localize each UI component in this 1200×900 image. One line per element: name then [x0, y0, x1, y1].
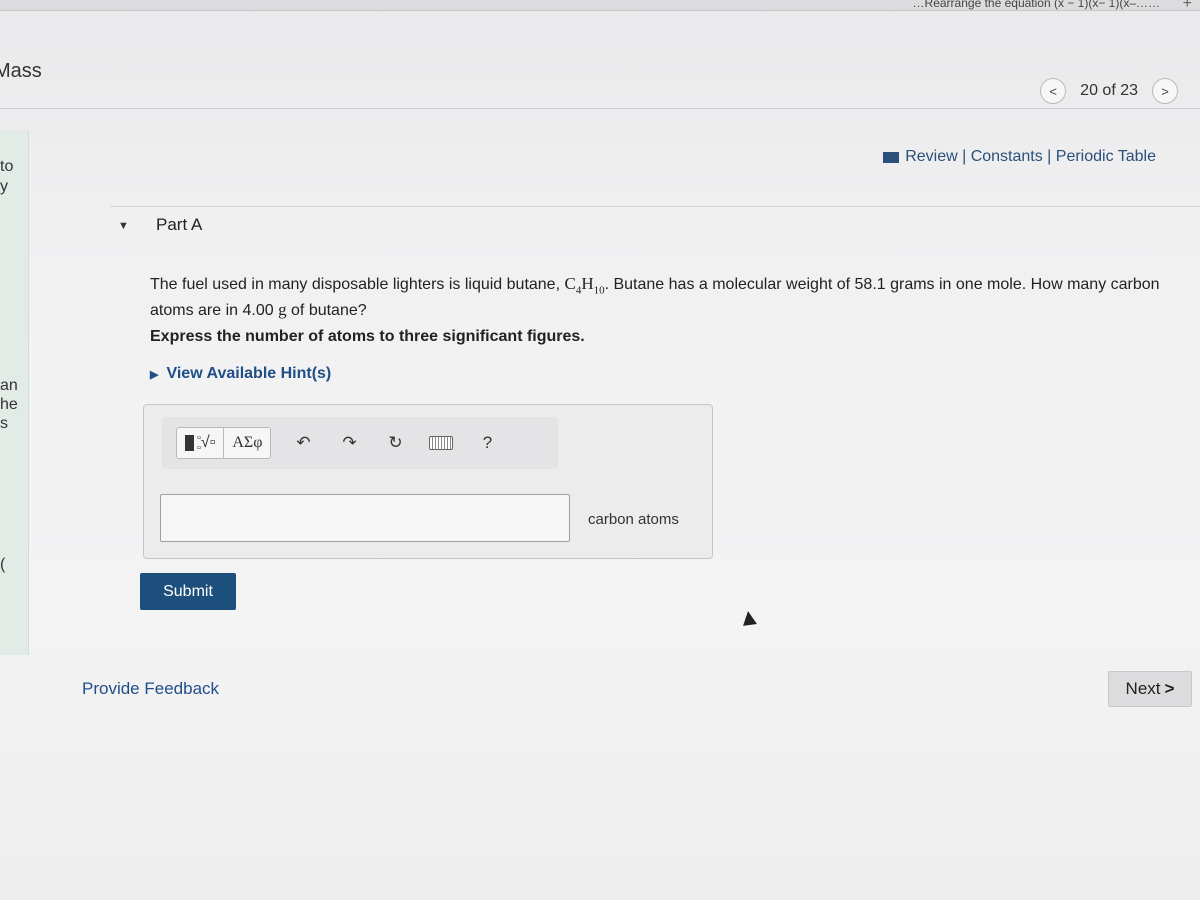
top-bar-text: …Rearrange the equation (x − 1)(x− 1)(x–…	[912, 0, 1160, 10]
sidebar-text-fragment: an	[0, 377, 18, 394]
question-text: The fuel used in many disposable lighter…	[150, 274, 1160, 320]
header-divider	[0, 108, 1200, 109]
answer-panel: ▫ ▫ √ ▫ ΑΣφ ↶ ↷ ↻ ? carbon atoms	[143, 404, 713, 559]
undo-button[interactable]: ↶	[289, 428, 317, 458]
item-counter: 20 of 23	[1080, 82, 1138, 99]
greek-symbols-label: ΑΣφ	[232, 434, 263, 451]
view-hints-link[interactable]: ▶ View Available Hint(s)	[150, 365, 331, 383]
redo-button[interactable]: ↷	[335, 428, 363, 458]
chevron-right-icon: >	[1161, 83, 1169, 99]
submit-button[interactable]: Submit	[140, 573, 236, 610]
template-group: ▫ ▫ √ ▫ ΑΣφ	[176, 427, 272, 459]
keyboard-button[interactable]	[427, 428, 455, 458]
book-icon	[883, 151, 900, 163]
sidebar-text-fragment: y	[0, 178, 8, 195]
sqrt-icon: √	[200, 434, 210, 451]
page-title-fragment: Mass	[0, 60, 42, 82]
provide-feedback-link[interactable]: Provide Feedback	[82, 679, 219, 699]
greek-symbols-button[interactable]: ΑΣφ	[223, 428, 270, 458]
help-button[interactable]: ?	[473, 428, 501, 458]
sidebar-text-fragment: (	[0, 556, 6, 573]
top-bar: …Rearrange the equation (x − 1)(x− 1)(x–…	[0, 0, 1200, 13]
sidebar-text-fragment: s	[0, 415, 8, 432]
help-icon: ?	[482, 433, 493, 452]
plus-icon[interactable]: +	[1183, 0, 1192, 13]
next-button[interactable]: Next >	[1108, 671, 1192, 707]
part-divider	[110, 206, 1200, 207]
math-toolbar: ▫ ▫ √ ▫ ΑΣφ ↶ ↷ ↻ ?	[162, 417, 558, 469]
next-label: Next	[1125, 679, 1161, 698]
answer-unit-label: carbon atoms	[588, 511, 679, 528]
sidebar-text-fragment: to	[0, 158, 14, 175]
item-navigation: < 20 of 23 >	[1040, 78, 1178, 104]
resources-links[interactable]: Review | Constants | Periodic Table	[883, 148, 1156, 166]
resources-label[interactable]: Review | Constants | Periodic Table	[905, 148, 1156, 166]
previous-item-button[interactable]: <	[1040, 78, 1067, 104]
chevron-left-icon: <	[1049, 83, 1057, 99]
next-item-button[interactable]: >	[1152, 78, 1178, 104]
instruction-text: Express the number of atoms to three sig…	[150, 328, 585, 345]
expand-triangle-icon: ▶	[150, 368, 159, 381]
collapse-triangle-icon[interactable]: ▼	[118, 220, 129, 232]
butane-formula: C4H10	[564, 274, 605, 297]
answer-input[interactable]	[160, 494, 570, 542]
reset-button[interactable]: ↻	[381, 428, 409, 458]
part-label[interactable]: Part A	[156, 215, 202, 235]
undo-icon: ↶	[296, 433, 311, 452]
chevron-right-icon: >	[1164, 679, 1175, 698]
templates-button[interactable]: ▫ ▫ √ ▫	[177, 428, 223, 458]
hints-label[interactable]: View Available Hint(s)	[166, 365, 331, 383]
template-box-icon	[185, 435, 194, 451]
sidebar-text-fragment: he	[0, 396, 18, 413]
mouse-cursor-icon	[741, 610, 757, 626]
reset-icon: ↻	[388, 433, 403, 452]
redo-icon: ↷	[342, 433, 357, 452]
keyboard-icon	[429, 436, 454, 450]
